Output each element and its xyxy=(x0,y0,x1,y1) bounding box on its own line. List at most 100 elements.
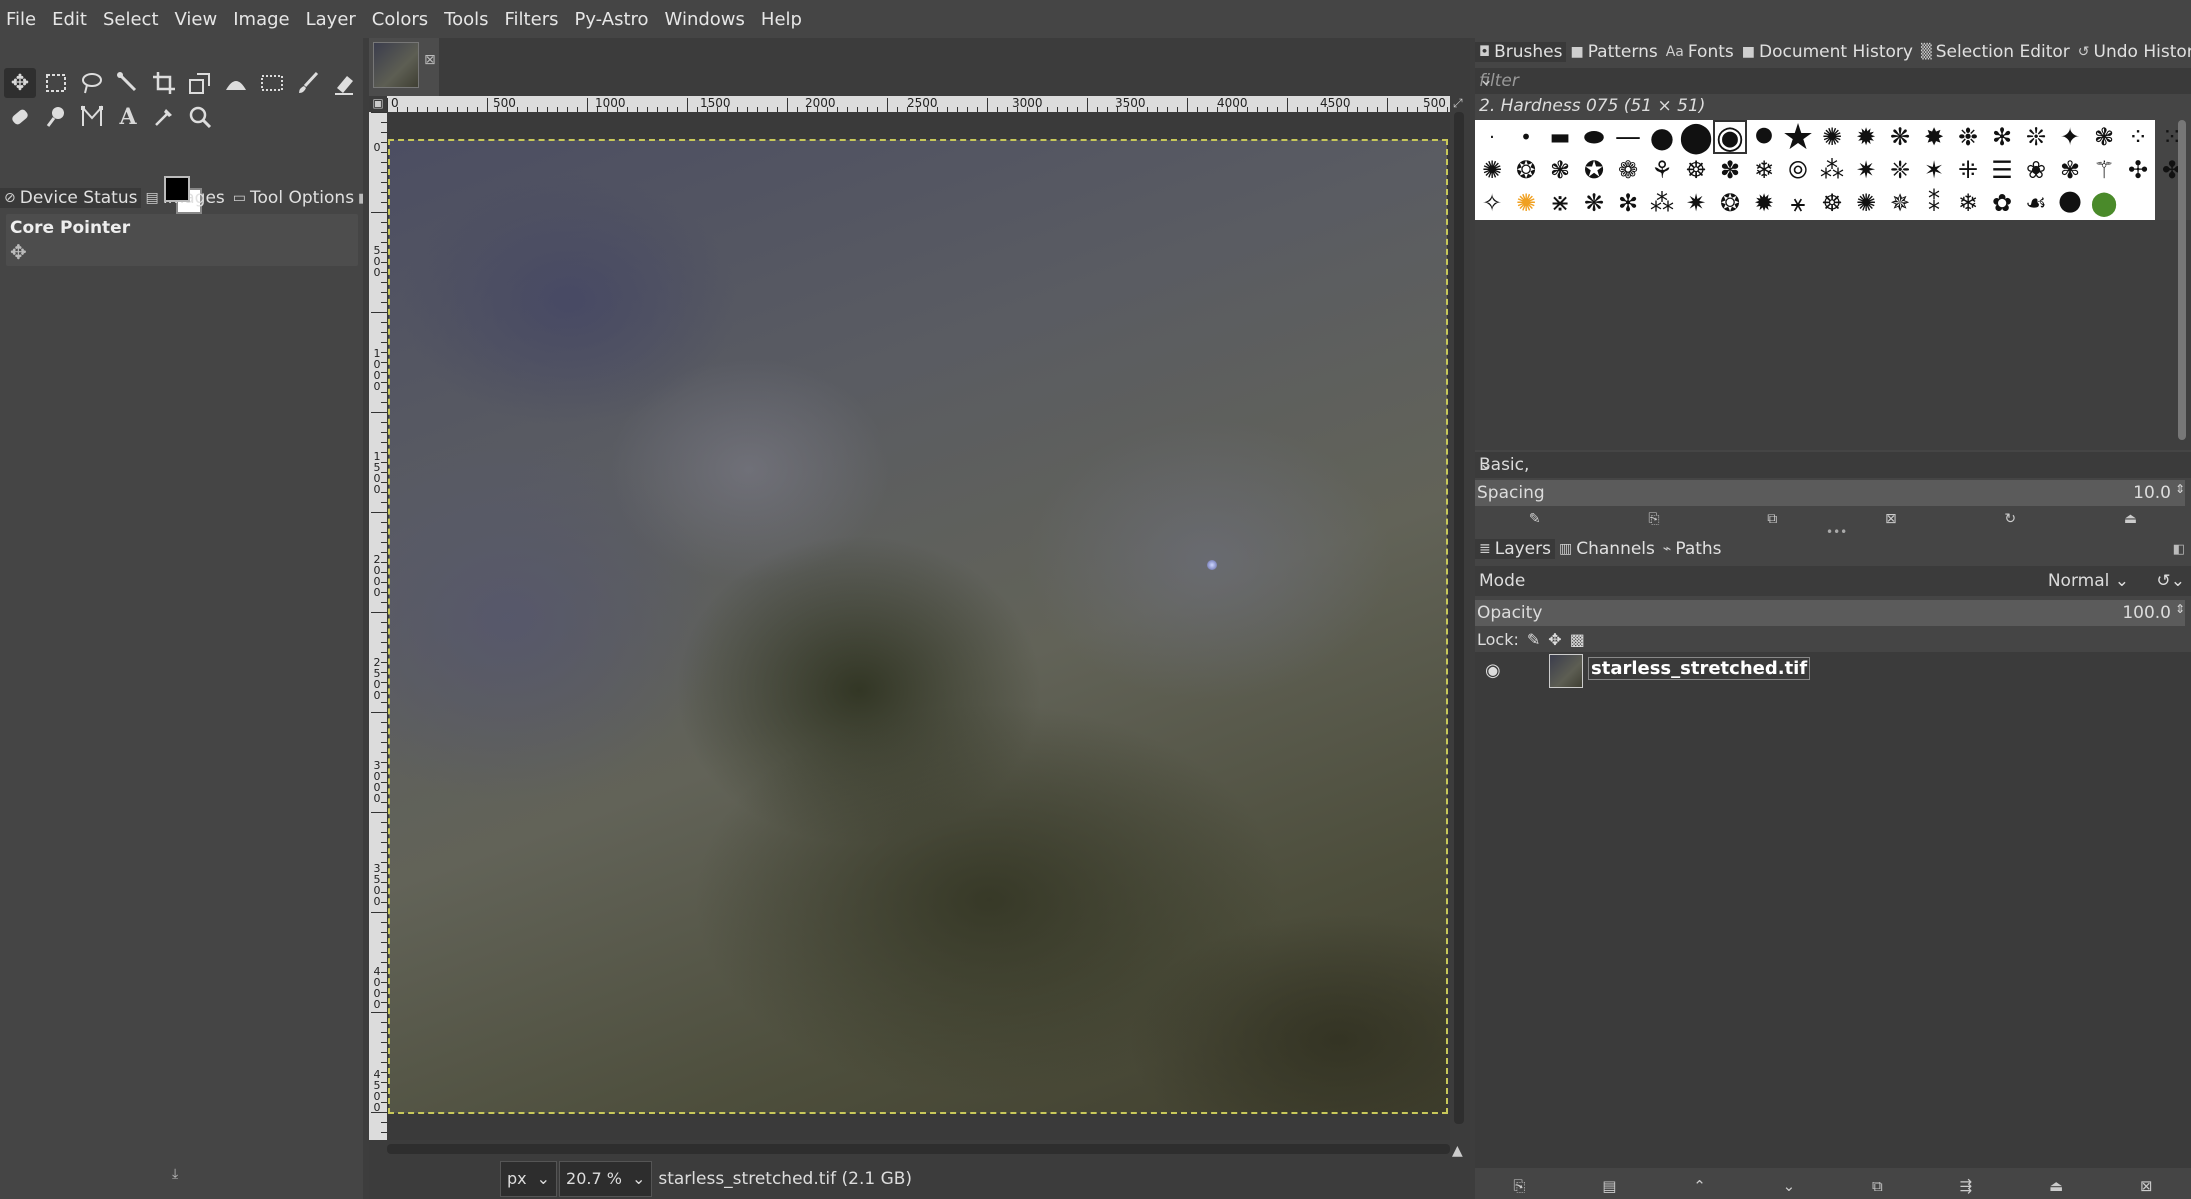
vertical-scroll-trough[interactable] xyxy=(1454,112,1464,1124)
brush-thumbnail-icon[interactable]: ❂ xyxy=(1713,186,1747,220)
brush-thumbnail-icon[interactable]: ❋ xyxy=(1577,186,1611,220)
brush-thumbnail-icon[interactable]: ⬤ xyxy=(2087,186,2121,220)
menu-filters[interactable]: Filters xyxy=(497,9,567,30)
visibility-eye-icon[interactable]: ◉ xyxy=(1485,660,1501,681)
delete-brush-icon[interactable]: ⊠ xyxy=(1885,511,1897,527)
brush-thumbnail-icon[interactable]: ✧ xyxy=(1475,186,1509,220)
lower-layer-icon[interactable]: ⌄ xyxy=(1783,1177,1796,1195)
brush-thumbnail-icon[interactable]: ✪ xyxy=(1577,153,1611,187)
zoom-dropdown[interactable]: 20.7 % ⌄ xyxy=(559,1160,653,1197)
brush-thumbnail-icon[interactable]: ⋇ xyxy=(1543,186,1577,220)
brush-thumbnail-icon[interactable]: ❃ xyxy=(1543,153,1577,187)
crop-tool-icon[interactable] xyxy=(148,68,180,98)
brush-thumbnail-icon[interactable]: 🌑 xyxy=(2053,186,2087,220)
unified-transform-tool-icon[interactable] xyxy=(184,68,216,98)
refresh-brushes-icon[interactable]: ↻ xyxy=(2004,511,2016,527)
menu-py-astro[interactable]: Py-Astro xyxy=(566,9,656,30)
brush-thumbnail-icon[interactable]: ❄ xyxy=(1747,153,1781,187)
menu-colors[interactable]: Colors xyxy=(364,9,436,30)
duplicate-layer-icon[interactable]: ⧉ xyxy=(1872,1177,1883,1195)
tab-patterns[interactable]: ■ Patterns xyxy=(1566,42,1661,62)
image-tab[interactable]: ⊠ xyxy=(369,38,439,96)
zoom-tool-icon[interactable] xyxy=(184,102,216,132)
menu-view[interactable]: View xyxy=(167,9,226,30)
menu-layer[interactable]: Layer xyxy=(298,9,364,30)
move-tool-icon[interactable]: ✥ xyxy=(4,68,36,98)
tab-paths[interactable]: ⌁ Paths xyxy=(1659,539,1726,559)
brush-thumbnail-icon[interactable]: ✵ xyxy=(1883,186,1917,220)
chevron-down-icon[interactable]: ⌄ xyxy=(1479,454,2187,474)
eraser-tool-icon[interactable] xyxy=(328,68,360,98)
brush-thumbnail-icon[interactable]: ✾ xyxy=(2053,153,2087,187)
brush-thumbnail-icon[interactable]: ✸ xyxy=(1917,120,1951,154)
brush-thumbnail-icon[interactable]: ★ xyxy=(1781,117,1815,158)
brush-thumbnail-icon[interactable]: ◉ xyxy=(1713,118,1747,156)
brush-thumbnail-icon[interactable]: ✺ xyxy=(1815,120,1849,154)
spin-arrows-icon[interactable]: ⇕ xyxy=(2175,482,2185,496)
brush-thumbnail-icon[interactable]: ✻ xyxy=(1985,120,2019,154)
brush-thumbnail-icon[interactable]: ✣ xyxy=(2121,153,2155,187)
brush-thumbnail-icon[interactable]: ⁂ xyxy=(1815,153,1849,187)
vertical-scrollbar[interactable]: ⤢ xyxy=(1450,96,1470,1140)
layer-row[interactable]: ◉ starless_stretched.tif xyxy=(1475,652,2191,688)
unit-dropdown[interactable]: px ⌄ xyxy=(500,1160,558,1197)
duplicate-brush-icon[interactable]: ⧉ xyxy=(1767,511,1777,527)
brush-thumbnail-icon[interactable]: ❁ xyxy=(1611,153,1645,187)
heal-tool-icon[interactable] xyxy=(4,102,36,132)
brush-thumbnail-icon[interactable]: ✻ xyxy=(1611,186,1645,220)
brush-thumbnail-icon[interactable]: ⚫ xyxy=(1747,117,1781,157)
tab-brushes[interactable]: ◘ Brushes xyxy=(1475,42,1567,62)
brush-thumbnail-icon[interactable]: ❄ xyxy=(1951,186,1985,220)
brush-thumbnail-icon[interactable]: ❋ xyxy=(1883,120,1917,154)
brush-grid[interactable]: ·•▬⬬—●⬤◉⚫★✺✹❋✸❉✻❊✦❃⁘⁙⋰⣿✺❂❃✪❁⚘☸✽❄⦾⁂✷❈✶⁜☰❀… xyxy=(1475,117,2182,220)
lock-pixels-icon[interactable]: ✎ xyxy=(1527,630,1540,649)
brush-thumbnail-icon[interactable]: ✺ xyxy=(1849,186,1883,220)
brush-thumbnail-icon[interactable]: ✹ xyxy=(1849,120,1883,154)
horizontal-scroll-trough[interactable] xyxy=(387,1144,1450,1154)
zoom-fit-icon[interactable]: ▲ xyxy=(1452,1143,1463,1159)
brush-thumbnail-icon[interactable]: ✷ xyxy=(1679,186,1713,220)
brush-thumbnail-icon[interactable]: ▬ xyxy=(1543,120,1577,154)
menu-select[interactable]: Select xyxy=(95,9,167,30)
brush-thumbnail-icon[interactable]: ☙ xyxy=(2019,186,2053,220)
chevron-down-icon[interactable]: ⌄ xyxy=(1479,70,2187,90)
brush-thumbnail-icon[interactable]: ✽ xyxy=(1713,153,1747,187)
brush-thumbnail-icon[interactable]: ✷ xyxy=(1849,153,1883,187)
brush-thumbnail-icon[interactable]: ✺ xyxy=(1509,186,1543,220)
brush-thumbnail-icon[interactable]: ❀ xyxy=(2019,153,2053,187)
dock-menu-icon[interactable]: ◧ xyxy=(2173,542,2185,557)
tab-tool-options[interactable]: ▭ Tool Options xyxy=(229,188,358,208)
tab-layers[interactable]: ≣ Layers xyxy=(1475,539,1555,559)
mode-dropdown[interactable]: Normal ⌄ xyxy=(2048,571,2129,591)
tab-channels[interactable]: ▥ Channels xyxy=(1555,539,1659,559)
brush-thumbnail-icon[interactable]: ⁑ xyxy=(1917,186,1951,220)
brush-thumbnail-icon[interactable]: ✹ xyxy=(1747,186,1781,220)
merge-layer-icon[interactable]: ⏏ xyxy=(2049,1177,2063,1195)
tab-device-status[interactable]: ⊘ Device Status xyxy=(0,188,142,208)
brush-thumbnail-icon[interactable]: — xyxy=(1611,120,1645,154)
brush-thumbnail-icon[interactable]: ✦ xyxy=(2053,120,2087,154)
composite-mode-icon[interactable]: ↺⌄ xyxy=(2157,571,2186,591)
paintbrush-tool-icon[interactable] xyxy=(292,68,324,98)
brush-thumbnail-icon[interactable]: ❊ xyxy=(2019,120,2053,154)
brush-thumbnail-icon[interactable]: ⦾ xyxy=(1781,153,1815,187)
brush-scrollbar[interactable] xyxy=(2178,120,2186,440)
brush-thumbnail-icon[interactable]: ⁂ xyxy=(1645,186,1679,220)
horizontal-scrollbar[interactable] xyxy=(387,1140,1450,1158)
brush-thumbnail-icon[interactable]: ⚹ xyxy=(1781,186,1815,220)
brush-thumbnail-icon[interactable]: ✺ xyxy=(1475,153,1509,187)
image-layer-content[interactable] xyxy=(388,139,1448,1114)
brush-thumbnail-icon[interactable]: ⬬ xyxy=(1577,120,1611,154)
menu-image[interactable]: Image xyxy=(225,9,297,30)
paths-tool-icon[interactable] xyxy=(76,102,108,132)
brush-thumbnail-icon[interactable]: ✶ xyxy=(1917,153,1951,187)
brush-thumbnail-icon[interactable]: ✿ xyxy=(1985,186,2019,220)
lasso-tool-icon[interactable] xyxy=(76,68,108,98)
brush-thumbnail-icon[interactable]: ☸ xyxy=(1679,153,1713,187)
opacity-slider[interactable]: Opacity 100.0 ⇕ xyxy=(1475,600,2185,626)
new-layer-group-icon[interactable]: ▤ xyxy=(1602,1177,1616,1195)
smudge-tool-icon[interactable] xyxy=(40,102,72,132)
tab-selection-editor[interactable]: ▒ Selection Editor xyxy=(1917,42,2074,62)
spin-arrows-icon[interactable]: ⇕ xyxy=(2175,602,2185,616)
canvas[interactable] xyxy=(387,112,1450,1140)
